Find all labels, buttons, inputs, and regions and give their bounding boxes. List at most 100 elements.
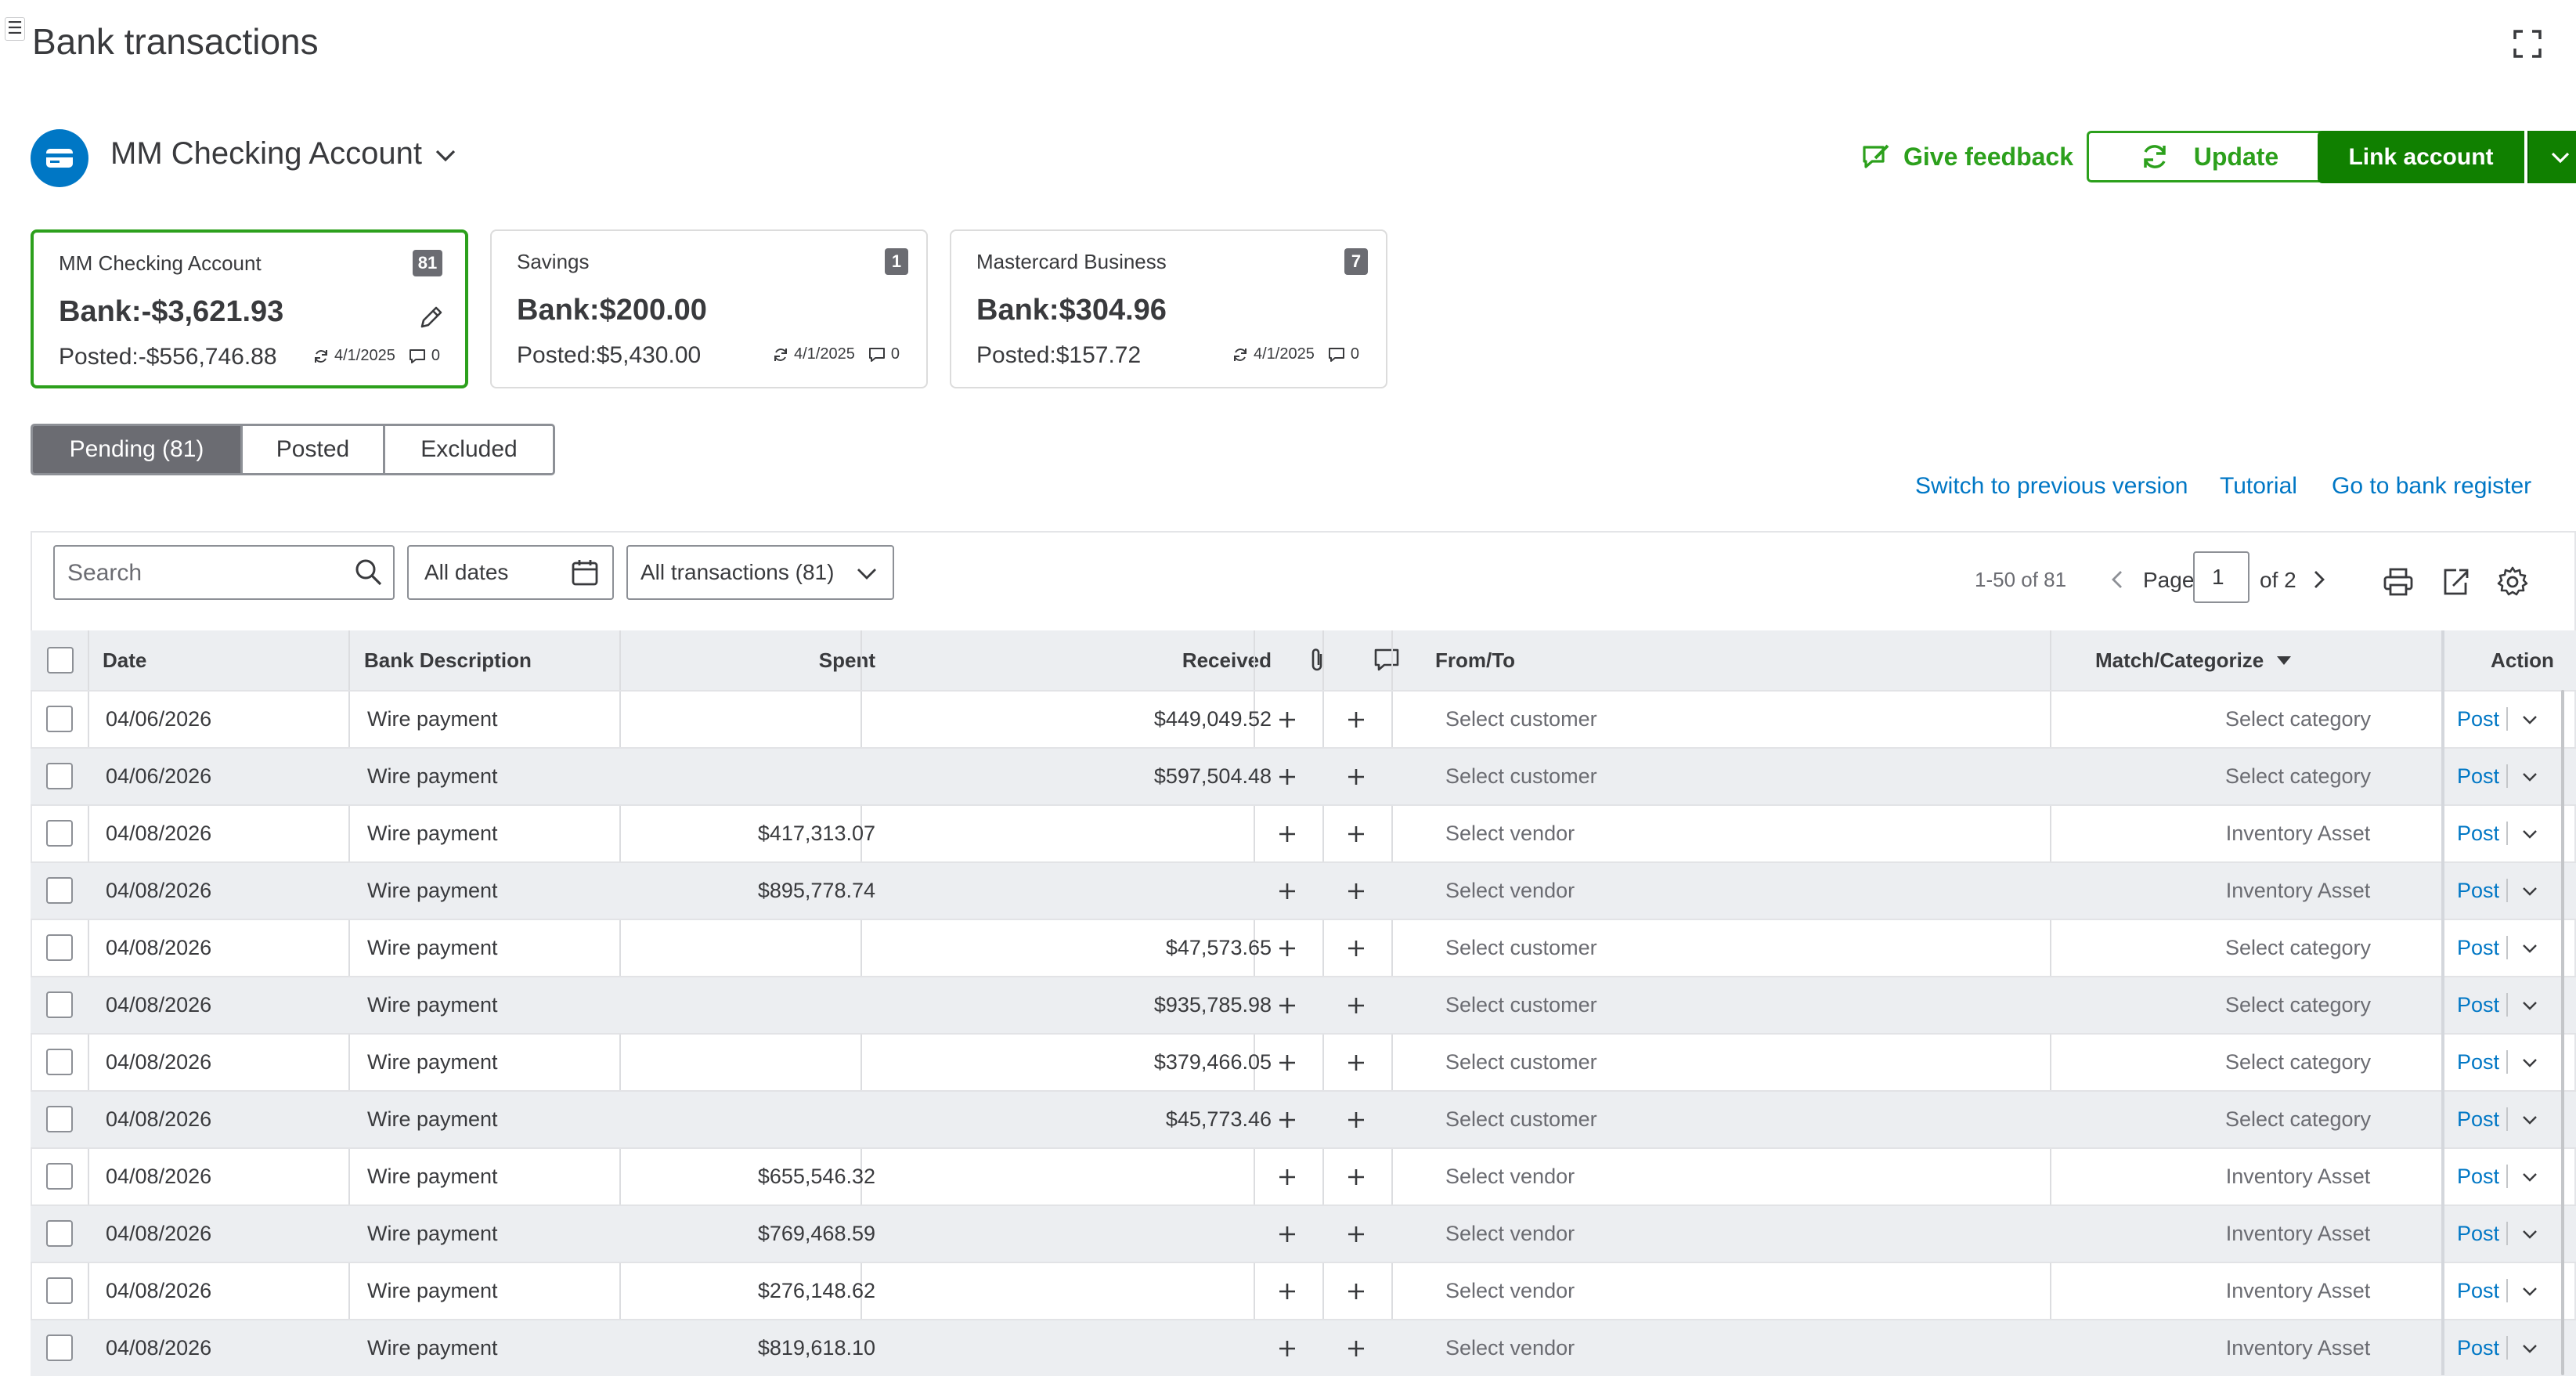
update-button[interactable]: Update [2087, 131, 2331, 182]
post-button[interactable]: Post [2450, 749, 2506, 804]
row-checkbox[interactable] [46, 877, 73, 904]
add-comment-icon[interactable] [1322, 1092, 1390, 1147]
link-account-dropdown[interactable] [2527, 131, 2576, 183]
post-button[interactable]: Post [2450, 806, 2506, 861]
table-row[interactable]: 04/08/2026 Wire payment $417,313.07 Select … [31, 804, 2576, 861]
account-selector[interactable]: MM Checking Account [110, 136, 422, 172]
row-checkbox[interactable] [46, 1049, 73, 1075]
post-button[interactable]: Post [2450, 1206, 2506, 1262]
add-attachment-icon[interactable] [1254, 1206, 1321, 1262]
payee-select[interactable]: Select vendor [1445, 806, 1575, 861]
payee-select[interactable]: Select customer [1445, 977, 1597, 1033]
print-icon[interactable] [2382, 565, 2415, 598]
vertical-scrollbar[interactable] [2561, 690, 2564, 1375]
add-comment-icon[interactable] [1322, 1206, 1390, 1262]
add-attachment-icon[interactable] [1254, 1263, 1321, 1319]
table-row[interactable]: 04/08/2026 Wire payment $895,778.74 Select … [31, 861, 2576, 919]
table-row[interactable]: 04/08/2026 Wire payment $655,546.32 Select … [31, 1147, 2576, 1204]
add-attachment-icon[interactable] [1254, 749, 1321, 804]
action-dropdown[interactable] [2513, 1263, 2547, 1319]
date-filter[interactable]: All dates [407, 545, 614, 600]
give-feedback-link[interactable]: Give feedback [1860, 139, 2073, 174]
column-received[interactable]: Received [862, 630, 1272, 690]
post-button[interactable]: Post [2450, 692, 2506, 747]
action-dropdown[interactable] [2513, 1320, 2547, 1376]
table-row[interactable]: 04/06/2026 Wire payment $597,504.48 Select … [31, 747, 2576, 804]
action-dropdown[interactable] [2513, 806, 2547, 861]
row-checkbox[interactable] [46, 1220, 73, 1247]
row-checkbox[interactable] [46, 763, 73, 789]
switch-version-link[interactable]: Switch to previous version [1915, 473, 2188, 500]
add-comment-icon[interactable] [1322, 863, 1390, 919]
action-dropdown[interactable] [2513, 920, 2547, 976]
payee-select[interactable]: Select customer [1445, 692, 1597, 747]
column-from-to[interactable]: From/To [1435, 630, 1515, 690]
table-row[interactable]: 04/08/2026 Wire payment $47,573.65 Select c… [31, 919, 2576, 976]
search-input[interactable] [66, 547, 343, 600]
add-comment-icon[interactable] [1322, 1035, 1390, 1090]
table-row[interactable]: 04/06/2026 Wire payment $449,049.52 Select … [31, 690, 2576, 747]
add-attachment-icon[interactable] [1254, 1149, 1321, 1204]
account-card-checking[interactable]: MM Checking Account 81 Bank:-$3,621.93 P… [31, 229, 468, 388]
column-description[interactable]: Bank Description [364, 630, 532, 690]
expand-icon[interactable] [2512, 28, 2543, 60]
action-dropdown[interactable] [2513, 692, 2547, 747]
tutorial-link[interactable]: Tutorial [2220, 473, 2297, 500]
account-card-mastercard[interactable]: Mastercard Business 7 Bank:$304.96 Poste… [950, 229, 1387, 388]
action-dropdown[interactable] [2513, 1035, 2547, 1090]
chevron-right-icon[interactable] [2307, 568, 2330, 591]
table-row[interactable]: 04/08/2026 Wire payment $819,618.10 Select … [31, 1319, 2576, 1376]
row-checkbox[interactable] [46, 1277, 73, 1304]
edit-icon[interactable] [417, 305, 444, 331]
add-comment-icon[interactable] [1322, 1263, 1390, 1319]
export-icon[interactable] [2439, 565, 2472, 598]
column-match-categorize[interactable]: Match/Categorize [2095, 630, 2293, 690]
payee-select[interactable]: Select vendor [1445, 1206, 1575, 1262]
add-attachment-icon[interactable] [1254, 863, 1321, 919]
select-all-checkbox[interactable] [47, 647, 74, 674]
tab-posted[interactable]: Posted [240, 426, 383, 473]
payee-select[interactable]: Select customer [1445, 1035, 1597, 1090]
column-date[interactable]: Date [103, 630, 146, 690]
add-attachment-icon[interactable] [1254, 1092, 1321, 1147]
table-row[interactable]: 04/08/2026 Wire payment $769,468.59 Select … [31, 1204, 2576, 1262]
account-card-savings[interactable]: Savings 1 Bank:$200.00 Posted:$5,430.00 … [490, 229, 928, 388]
post-button[interactable]: Post [2450, 1320, 2506, 1376]
post-button[interactable]: Post [2450, 977, 2506, 1033]
payee-select[interactable]: Select vendor [1445, 1320, 1575, 1376]
add-comment-icon[interactable] [1322, 1320, 1390, 1376]
add-attachment-icon[interactable] [1254, 806, 1321, 861]
action-dropdown[interactable] [2513, 1092, 2547, 1147]
add-comment-icon[interactable] [1322, 977, 1390, 1033]
sort-desc-icon[interactable] [2275, 652, 2293, 668]
payee-select[interactable]: Select vendor [1445, 1149, 1575, 1204]
action-dropdown[interactable] [2513, 977, 2547, 1033]
table-row[interactable]: 04/08/2026 Wire payment $276,148.62 Select … [31, 1262, 2576, 1319]
row-checkbox[interactable] [46, 706, 73, 732]
post-button[interactable]: Post [2450, 1092, 2506, 1147]
chevron-left-icon[interactable] [2106, 568, 2130, 591]
payee-select[interactable]: Select customer [1445, 749, 1597, 804]
add-attachment-icon[interactable] [1254, 920, 1321, 976]
tab-pending[interactable]: Pending (81) [33, 426, 240, 473]
add-attachment-icon[interactable] [1254, 1035, 1321, 1090]
action-dropdown[interactable] [2513, 863, 2547, 919]
action-dropdown[interactable] [2513, 1206, 2547, 1262]
add-comment-icon[interactable] [1322, 692, 1390, 747]
payee-select[interactable]: Select customer [1445, 920, 1597, 976]
add-comment-icon[interactable] [1322, 1149, 1390, 1204]
post-button[interactable]: Post [2450, 1149, 2506, 1204]
action-dropdown[interactable] [2513, 1149, 2547, 1204]
payee-select[interactable]: Select customer [1445, 1092, 1597, 1147]
add-comment-icon[interactable] [1322, 806, 1390, 861]
chevron-down-icon[interactable] [432, 143, 459, 169]
payee-select[interactable]: Select vendor [1445, 1263, 1575, 1319]
payee-select[interactable]: Select vendor [1445, 863, 1575, 919]
row-checkbox[interactable] [46, 1334, 73, 1361]
post-button[interactable]: Post [2450, 1263, 2506, 1319]
sidebar-toggle-icon[interactable]: ☰ [5, 17, 25, 41]
post-button[interactable]: Post [2450, 863, 2506, 919]
add-attachment-icon[interactable] [1254, 1320, 1321, 1376]
transaction-type-filter[interactable]: All transactions (81) [626, 545, 894, 600]
table-row[interactable]: 04/08/2026 Wire payment $379,466.05 Select … [31, 1033, 2576, 1090]
